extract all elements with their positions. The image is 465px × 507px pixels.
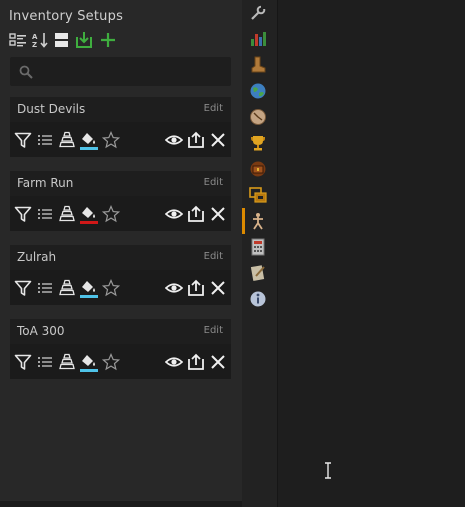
calculator-icon[interactable]	[249, 238, 267, 256]
add-icon[interactable]	[99, 31, 117, 49]
world-icon[interactable]	[249, 82, 267, 100]
list-icon[interactable]	[36, 279, 54, 297]
eye-icon[interactable]	[164, 205, 184, 223]
highlight-color-bar	[80, 369, 98, 372]
stats-chart-icon[interactable]	[249, 30, 267, 48]
export-icon[interactable]	[187, 205, 205, 223]
eye-icon[interactable]	[164, 131, 184, 149]
screenshot-icon[interactable]	[249, 186, 267, 204]
edit-button[interactable]: Edit	[204, 325, 223, 336]
stack-icon[interactable]	[58, 205, 76, 223]
text-cursor-icon	[324, 462, 332, 483]
notes-icon[interactable]	[249, 264, 267, 282]
highlight-color-icon[interactable]	[80, 205, 98, 224]
svg-text:A: A	[32, 33, 38, 41]
favorite-star-icon[interactable]	[101, 130, 121, 149]
inventory-setups-panel: Inventory Setups AZ Dust Devils Edit Far…	[0, 0, 242, 507]
setup-name: Farm Run	[17, 176, 74, 190]
favorite-star-icon[interactable]	[101, 278, 121, 297]
clock-icon[interactable]	[249, 108, 267, 126]
inventory-setups-icon[interactable]	[249, 212, 267, 230]
import-icon[interactable]	[75, 31, 93, 49]
export-icon[interactable]	[187, 279, 205, 297]
highlight-color-icon[interactable]	[80, 279, 98, 298]
setup-card: Zulrah Edit	[10, 245, 231, 305]
chest-icon[interactable]	[249, 160, 267, 178]
stack-icon[interactable]	[58, 131, 76, 149]
list-icon[interactable]	[36, 131, 54, 149]
highlight-color-bar	[80, 295, 98, 298]
highlight-color-icon[interactable]	[80, 353, 98, 372]
setup-card: ToA 300 Edit	[10, 319, 231, 379]
setup-card: Dust Devils Edit	[10, 97, 231, 157]
wrench-icon[interactable]	[249, 4, 267, 22]
eye-icon[interactable]	[164, 279, 184, 297]
filter-icon[interactable]	[14, 353, 32, 371]
favorite-star-icon[interactable]	[101, 204, 121, 223]
export-icon[interactable]	[187, 353, 205, 371]
favorite-star-icon[interactable]	[101, 352, 121, 371]
setup-card: Farm Run Edit	[10, 171, 231, 231]
eye-icon[interactable]	[164, 353, 184, 371]
setup-name: ToA 300	[17, 324, 65, 338]
trophy-icon[interactable]	[249, 134, 267, 152]
delete-icon[interactable]	[209, 353, 227, 371]
delete-icon[interactable]	[209, 131, 227, 149]
delete-icon[interactable]	[209, 205, 227, 223]
info-icon[interactable]	[249, 290, 267, 308]
search-box[interactable]	[10, 57, 231, 86]
panel-footer	[0, 501, 242, 507]
filter-icon[interactable]	[14, 205, 32, 223]
stack-icon[interactable]	[58, 353, 76, 371]
highlight-color-bar	[80, 147, 98, 150]
highlight-color-bar	[80, 221, 98, 224]
search-input[interactable]	[38, 62, 227, 82]
layout-list-icon[interactable]	[9, 31, 27, 49]
svg-text:Z: Z	[32, 41, 37, 49]
search-icon	[19, 65, 33, 79]
panel-title: Inventory Setups	[9, 9, 124, 24]
filter-icon[interactable]	[14, 131, 32, 149]
edit-button[interactable]: Edit	[204, 177, 223, 188]
list-icon[interactable]	[36, 353, 54, 371]
compact-view-icon[interactable]	[53, 31, 71, 49]
stack-icon[interactable]	[58, 279, 76, 297]
main-content-area	[278, 0, 465, 507]
setup-name: Zulrah	[17, 250, 57, 264]
active-tab-indicator	[242, 208, 245, 234]
export-icon[interactable]	[187, 131, 205, 149]
delete-icon[interactable]	[209, 279, 227, 297]
edit-button[interactable]: Edit	[204, 103, 223, 114]
sort-alpha-icon[interactable]: AZ	[31, 31, 49, 49]
edit-button[interactable]: Edit	[204, 251, 223, 262]
setup-name: Dust Devils	[17, 102, 86, 116]
boot-icon[interactable]	[249, 56, 267, 74]
list-icon[interactable]	[36, 205, 54, 223]
highlight-color-icon[interactable]	[80, 131, 98, 150]
filter-icon[interactable]	[14, 279, 32, 297]
